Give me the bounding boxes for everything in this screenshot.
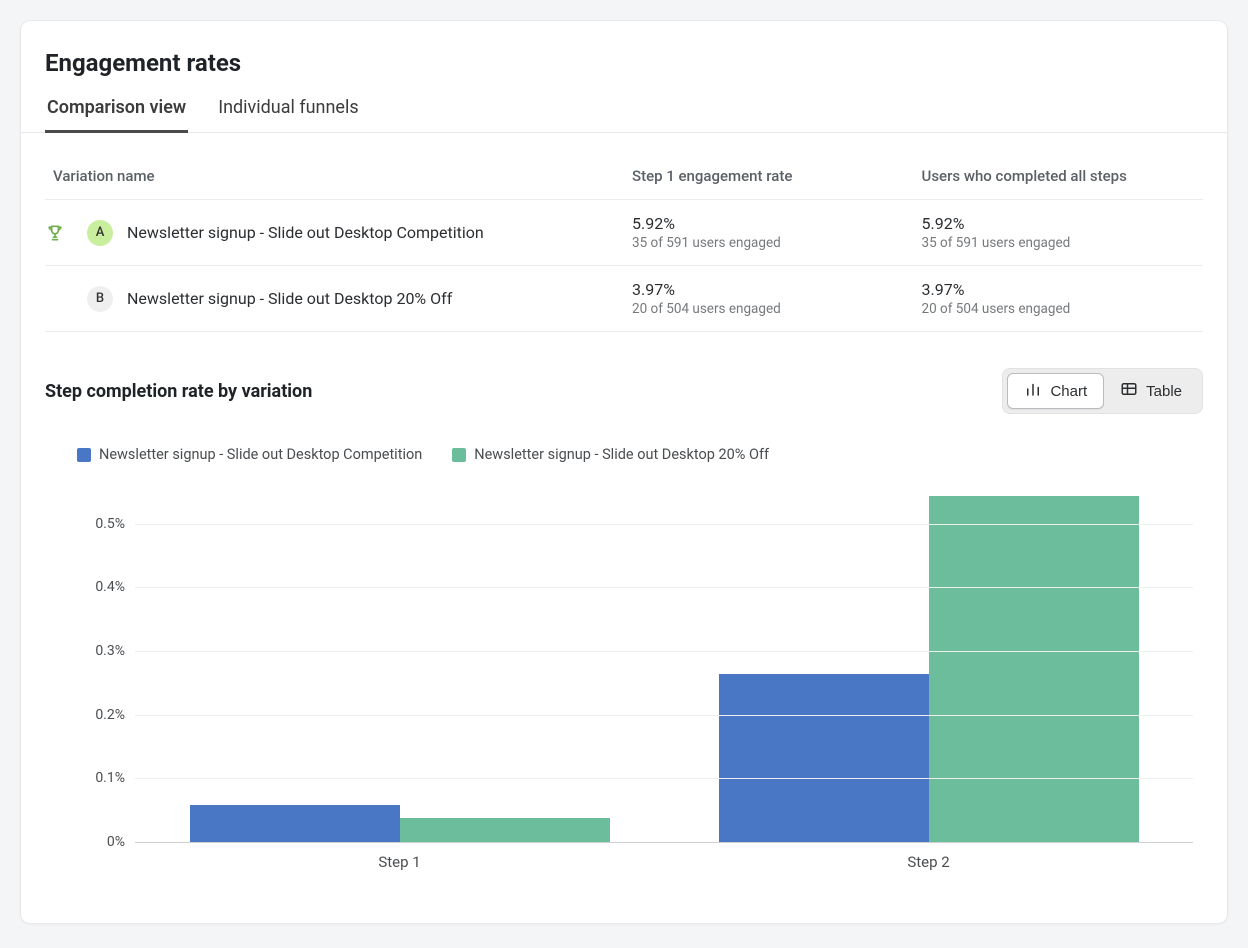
trophy-icon: [45, 223, 65, 243]
grid-line: 0.4%: [135, 587, 1193, 588]
toggle-table-button[interactable]: Table: [1104, 373, 1198, 409]
grid-line: 0.2%: [135, 715, 1193, 716]
toggle-chart-button[interactable]: Chart: [1007, 373, 1104, 409]
grid-line: 0.3%: [135, 651, 1193, 652]
plot-area: 0%0.1%0.2%0.3%0.4%0.5%: [135, 493, 1193, 843]
card-header: Engagement rates Comparison view Individ…: [21, 49, 1227, 132]
legend-label-a: Newsletter signup - Slide out Desktop Co…: [99, 446, 422, 463]
chart-table-toggle: Chart Table: [1002, 368, 1203, 414]
bar-groups: [135, 493, 1193, 843]
col-completed-all: Users who completed all steps: [914, 153, 1204, 200]
grid-line: 0.5%: [135, 524, 1193, 525]
table-row: A Newsletter signup - Slide out Desktop …: [45, 200, 1203, 266]
col-variation-name: Variation name: [45, 153, 624, 200]
chart-bar: [929, 496, 1139, 843]
completed-sub: 20 of 504 users engaged: [922, 301, 1196, 317]
tabs: Comparison view Individual funnels: [45, 91, 1203, 132]
x-axis-labels: Step 1Step 2: [135, 843, 1193, 883]
tab-comparison-view[interactable]: Comparison view: [45, 91, 188, 133]
tab-individual-funnels[interactable]: Individual funnels: [216, 91, 360, 133]
variation-cell: A Newsletter signup - Slide out Desktop …: [53, 220, 616, 246]
y-tick-label: 0%: [107, 834, 125, 850]
table-row: B Newsletter signup - Slide out Desktop …: [45, 266, 1203, 332]
legend-item-a: Newsletter signup - Slide out Desktop Co…: [77, 446, 422, 463]
y-tick-label: 0.1%: [95, 770, 125, 786]
chart-bar: [400, 818, 610, 843]
variation-badge: A: [87, 220, 113, 246]
completed-sub: 35 of 591 users engaged: [922, 235, 1196, 251]
variation-name: Newsletter signup - Slide out Desktop 20…: [127, 289, 452, 308]
step1-pct: 5.92%: [632, 214, 906, 233]
bar-group: [664, 493, 1193, 843]
grid-line: 0.1%: [135, 778, 1193, 779]
step1-sub: 20 of 504 users engaged: [632, 301, 906, 317]
bar-group: [135, 493, 664, 843]
section-header: Step completion rate by variation Chart …: [21, 342, 1227, 422]
legend-swatch-a: [77, 448, 91, 462]
y-tick-label: 0.4%: [95, 579, 125, 595]
chart: 0% 0.1% 0.2% 0.3% 0.4% 0.5% Step 1Step 2: [45, 483, 1203, 883]
variation-cell: B Newsletter signup - Slide out Desktop …: [53, 286, 616, 312]
step1-pct: 3.97%: [632, 280, 906, 299]
chart-bar: [719, 674, 929, 843]
step1-sub: 35 of 591 users engaged: [632, 235, 906, 251]
chart-bar: [190, 805, 400, 843]
completed-pct: 5.92%: [922, 214, 1196, 233]
variation-badge: B: [87, 286, 113, 312]
variation-name: Newsletter signup - Slide out Desktop Co…: [127, 223, 484, 242]
col-step1-rate: Step 1 engagement rate: [624, 153, 914, 200]
y-tick-label: 0.2%: [95, 707, 125, 723]
x-tick-label: Step 1: [135, 843, 664, 883]
x-tick-label: Step 2: [664, 843, 1193, 883]
chart-legend: Newsletter signup - Slide out Desktop Co…: [21, 422, 1227, 473]
y-tick-label: 0.3%: [95, 643, 125, 659]
page-title: Engagement rates: [45, 49, 1203, 77]
y-tick-label: 0.5%: [95, 516, 125, 532]
legend-item-b: Newsletter signup - Slide out Desktop 20…: [452, 446, 769, 463]
toggle-table-label: Table: [1146, 383, 1182, 400]
legend-swatch-b: [452, 448, 466, 462]
variations-table: Variation name Step 1 engagement rate Us…: [45, 153, 1203, 332]
bar-chart-icon: [1024, 380, 1042, 402]
tab-rule: [21, 132, 1227, 133]
engagement-card: Engagement rates Comparison view Individ…: [20, 20, 1228, 924]
table-icon: [1120, 380, 1138, 402]
completed-pct: 3.97%: [922, 280, 1196, 299]
legend-label-b: Newsletter signup - Slide out Desktop 20…: [474, 446, 769, 463]
toggle-chart-label: Chart: [1050, 383, 1087, 400]
section-title: Step completion rate by variation: [45, 381, 312, 402]
